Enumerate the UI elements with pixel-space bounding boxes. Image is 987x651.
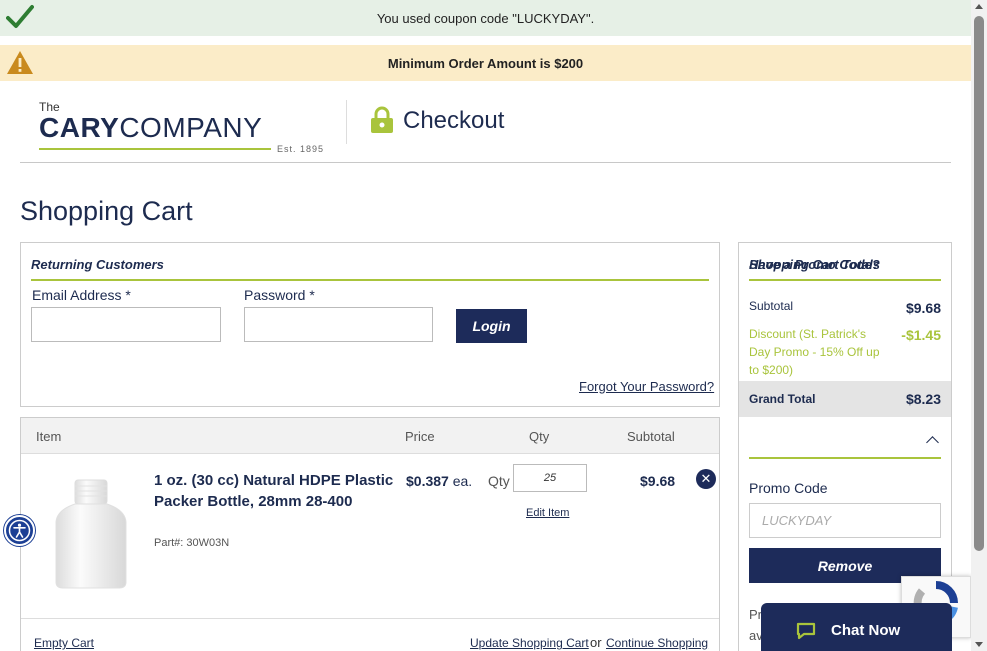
- checkout-page: You used coupon code "LUCKYDAY". Minimum…: [0, 0, 987, 651]
- promo-heading-rule: [749, 457, 941, 459]
- returning-customers-panel: Returning Customers Email Address * Pass…: [20, 242, 720, 407]
- edit-item-link[interactable]: Edit Item: [526, 507, 569, 519]
- scrollbar-thumb[interactable]: [974, 16, 984, 551]
- minimum-order-text: Minimum Order Amount is $200: [387, 55, 584, 71]
- subtotal-value: $9.68: [905, 300, 941, 316]
- remove-item-icon[interactable]: ✕: [696, 469, 716, 489]
- password-field[interactable]: [244, 307, 433, 342]
- discount-label: Discount (St. Patrick's Day Promo - 15% …: [749, 327, 880, 377]
- part-number-label: Part#:: [154, 537, 184, 549]
- checkout-header: The CARYCOMPANY Est. 1895 Checkout: [20, 90, 951, 163]
- column-qty: Qty: [529, 429, 550, 444]
- column-price: Price: [405, 429, 435, 444]
- cart-table: Item Price Qty Subtotal 1 oz. (30 cc) Na…: [20, 417, 720, 651]
- part-number: Part#: 30W03N: [154, 537, 229, 549]
- column-subtotal: Subtotal: [627, 429, 675, 444]
- minimum-order-banner: Minimum Order Amount is $200: [0, 45, 971, 81]
- scroll-down-arrow-icon[interactable]: [975, 642, 983, 647]
- qty-label: Qty: [488, 473, 510, 489]
- chat-now-button[interactable]: Chat Now: [761, 603, 952, 651]
- grand-total-label: Grand Total: [749, 392, 816, 406]
- chat-bubble-icon: [796, 622, 816, 645]
- page-scrollbar[interactable]: [971, 0, 987, 651]
- email-field[interactable]: [31, 307, 221, 342]
- heading-rule: [31, 279, 709, 281]
- unit-price: $0.387 ea.: [406, 473, 472, 489]
- promo-code-label: Promo Code: [749, 480, 828, 496]
- logo-wordmark: CARYCOMPANY: [39, 112, 262, 144]
- unit-price-value: $0.387: [406, 473, 449, 489]
- update-cart-link[interactable]: Update Shopping Cart: [470, 636, 589, 650]
- warning-triangle-icon: [6, 50, 34, 78]
- returning-customers-heading: Returning Customers: [31, 257, 164, 272]
- cart-footer-rule: [21, 618, 719, 619]
- totals-heading-rule: [749, 279, 941, 281]
- header-divider: [346, 100, 347, 144]
- logo-company-text: COMPANY: [119, 112, 263, 143]
- quantity-field[interactable]: 25: [513, 464, 587, 492]
- grand-total-value: $8.23: [905, 391, 941, 407]
- page-title: Shopping Cart: [20, 196, 193, 226]
- line-subtotal: $9.68: [640, 473, 676, 489]
- cart-table-header: Item Price Qty Subtotal: [21, 418, 719, 454]
- checkmark-icon: [6, 4, 34, 33]
- subtotal-label: Subtotal: [749, 299, 794, 313]
- promo-code-input[interactable]: LUCKYDAY: [749, 503, 941, 538]
- promo-code-toggle[interactable]: Have a Promo Code?: [749, 257, 880, 272]
- forgot-password-link[interactable]: Forgot Your Password?: [579, 379, 714, 394]
- or-text: or: [590, 635, 602, 650]
- password-label: Password *: [244, 287, 315, 303]
- email-label: Email Address *: [32, 287, 131, 303]
- grand-total-row: Grand Total $8.23: [739, 381, 951, 417]
- coupon-success-text: You used coupon code "LUCKYDAY".: [376, 10, 595, 26]
- lock-icon: [370, 106, 394, 139]
- logo-underline: [39, 148, 271, 150]
- chat-now-label: Chat Now: [831, 622, 901, 639]
- unit-price-suffix: ea.: [452, 473, 473, 489]
- continue-shopping-link[interactable]: Continue Shopping: [606, 636, 708, 650]
- column-item: Item: [36, 429, 62, 444]
- logo-est-text: Est. 1895: [277, 144, 325, 154]
- part-number-value: 30W03N: [186, 537, 230, 549]
- product-image[interactable]: [53, 478, 129, 595]
- chevron-up-icon[interactable]: [926, 436, 939, 449]
- product-name-link[interactable]: 1 oz. (30 cc) Natural HDPE Plastic Packe…: [154, 470, 394, 512]
- checkout-title: Checkout: [403, 107, 505, 134]
- coupon-success-banner: You used coupon code "LUCKYDAY".: [0, 0, 971, 36]
- empty-cart-link[interactable]: Empty Cart: [34, 636, 94, 650]
- logo-cary-text: CARY: [39, 112, 120, 143]
- discount-value: -$1.45: [901, 327, 941, 343]
- scroll-up-arrow-icon[interactable]: [975, 4, 983, 9]
- login-button[interactable]: Login: [456, 309, 527, 343]
- cary-company-logo[interactable]: The CARYCOMPANY Est. 1895: [39, 100, 331, 154]
- accessibility-icon[interactable]: [4, 515, 35, 546]
